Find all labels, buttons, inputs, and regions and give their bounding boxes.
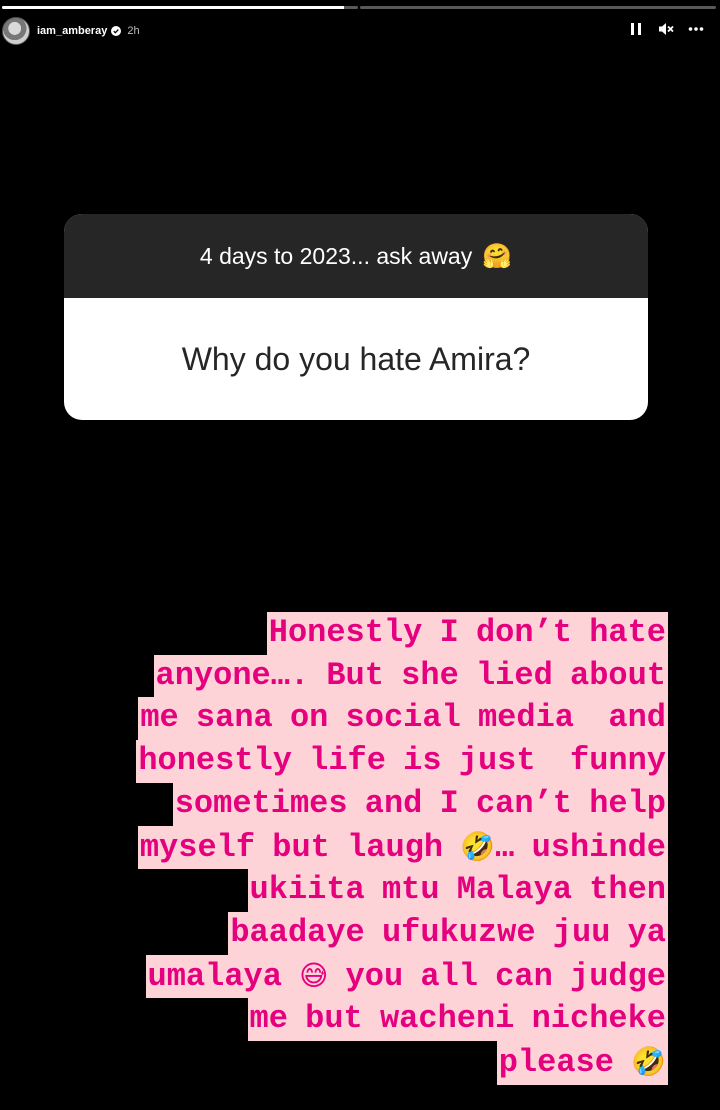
reply-line: me but wacheni nicheke [247,998,668,1042]
reply-line: sometimes and I can’t help [172,782,668,826]
reply-line: baadaye ufukuzwe juu ya [228,911,668,955]
reply-line: umalaya 😅 you all can judge [145,954,668,999]
question-sticker-header: 4 days to 2023... ask away 🤗 [64,214,648,298]
progress-segment [2,6,358,9]
avatar[interactable] [2,17,30,45]
mute-icon [659,23,674,35]
more-options-button[interactable] [688,20,704,38]
question-prompt: 4 days to 2023... ask away [199,242,473,269]
reply-line: please 🤣 [496,1041,668,1085]
pause-icon [631,23,641,35]
question-text-area: Why do you hate Amira? [64,298,648,420]
reply-line: Honestly I don’t hate [266,612,668,655]
question-sticker[interactable]: 4 days to 2023... ask away 🤗 Why do you … [64,214,648,420]
reply-text-block: Honestly I don’t hate anyone…. But she li… [30,612,668,1085]
reply-line: anyone…. But she lied about [153,654,668,698]
sweat-smile-emoji: 😅 [299,958,329,992]
hugging-face-emoji: 🤗 [482,242,513,270]
progress-segment [360,6,716,9]
verified-badge-icon [111,26,122,36]
more-icon [688,27,704,31]
pause-button[interactable] [628,20,644,38]
reply-line: myself but laugh 🤣… ushinde [137,825,668,870]
question-text: Why do you hate Amira? [181,340,531,377]
rolling-laughing-emoji: 🤣 [631,1045,666,1079]
story-progress-bar [2,6,716,9]
reply-line: honestly life is just funny [136,740,668,783]
reply-line: ukiita mtu Malaya then [247,869,668,912]
username[interactable]: iam_amberay [37,25,107,37]
rolling-laughing-emoji: 🤣 [460,829,496,863]
mute-button[interactable] [658,20,674,38]
story-controls [628,20,704,38]
story-header: iam_amberay 2h [0,16,720,46]
progress-fill [2,6,344,9]
post-time: 2h [127,25,140,37]
reply-line: me sana on social media and [138,697,668,741]
